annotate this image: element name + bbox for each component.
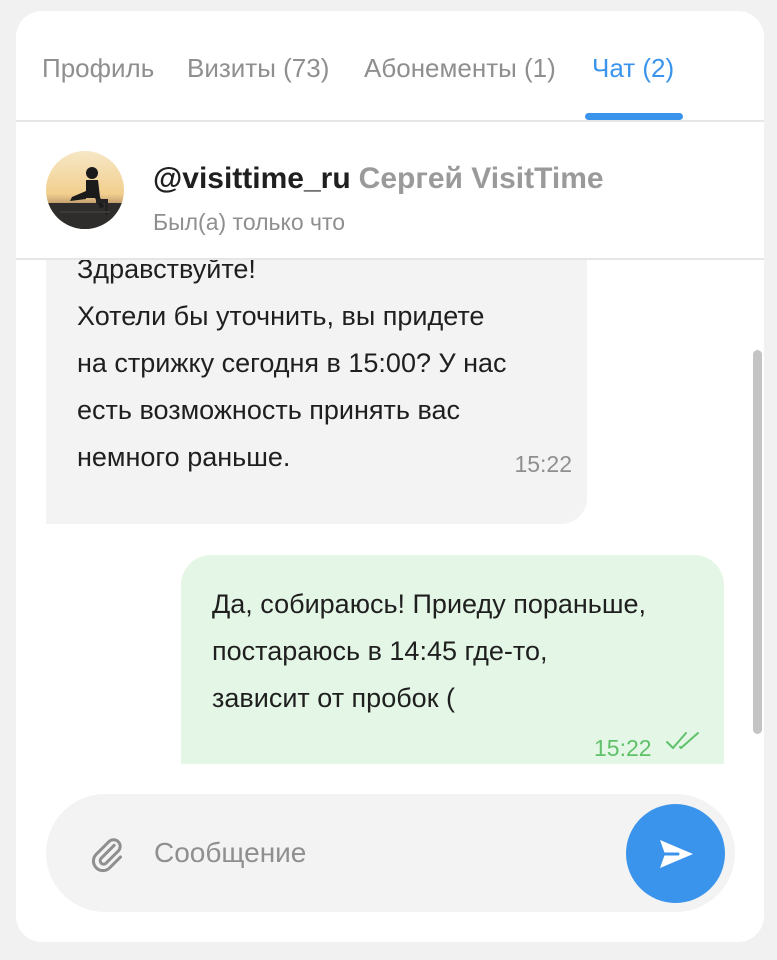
message-line: зависит от пробок ( <box>212 683 455 713</box>
contact-name-line: @visittime_ru Сергей VisitTime <box>153 162 604 196</box>
message-line: немного раньше. <box>77 442 291 472</box>
message-line: Хотели бы уточнить, вы придете <box>77 301 485 331</box>
message-line: на стрижку сегодня в 15:00? У нас <box>77 348 507 378</box>
paperclip-icon[interactable] <box>88 835 126 873</box>
tab-profile[interactable]: Профиль <box>42 53 154 84</box>
tab-chat[interactable]: Чат (2) <box>592 53 674 84</box>
outgoing-message: Да, собираюсь! Приеду пораньше, постараю… <box>181 555 724 764</box>
double-check-icon <box>666 732 699 749</box>
message-line: Да, собираюсь! Приеду пораньше, <box>212 589 647 619</box>
contact-username[interactable]: @visittime_ru <box>153 162 351 195</box>
message-text: Да, собираюсь! Приеду пораньше, постараю… <box>212 581 712 722</box>
chat-panel: Профиль Визиты (73) Абонементы (1) Чат (… <box>16 11 764 942</box>
message-line: Здравствуйте! <box>77 259 256 284</box>
chat-header: @visittime_ru Сергей VisitTime Был(а) тол… <box>16 122 764 260</box>
tab-subscriptions[interactable]: Абонементы (1) <box>364 53 556 84</box>
message-composer <box>46 794 735 912</box>
contact-status: Был(а) только что <box>153 209 346 235</box>
message-input[interactable] <box>154 830 614 876</box>
message-list[interactable]: Здравствуйте! Хотели бы уточнить, вы при… <box>16 259 764 764</box>
scrollbar[interactable] <box>753 350 762 734</box>
user-photo-icon <box>46 151 124 229</box>
active-tab-indicator <box>585 113 683 120</box>
message-line: постараюсь в 14:45 где-то, <box>212 636 548 666</box>
avatar[interactable] <box>46 151 124 229</box>
message-text: Здравствуйте! Хотели бы уточнить, вы при… <box>77 259 577 481</box>
message-time: 15:22 <box>514 451 572 477</box>
tab-visits[interactable]: Визиты (73) <box>187 53 329 84</box>
send-icon <box>660 840 693 868</box>
message-time: 15:22 <box>594 735 652 761</box>
send-button[interactable] <box>626 804 725 903</box>
tab-bar: Профиль Визиты (73) Абонементы (1) Чат (… <box>16 11 764 122</box>
message-line: есть возможность принять вас <box>77 395 461 425</box>
incoming-message: Здравствуйте! Хотели бы уточнить, вы при… <box>46 259 587 524</box>
contact-full-name: Сергей VisitTime <box>358 162 604 195</box>
